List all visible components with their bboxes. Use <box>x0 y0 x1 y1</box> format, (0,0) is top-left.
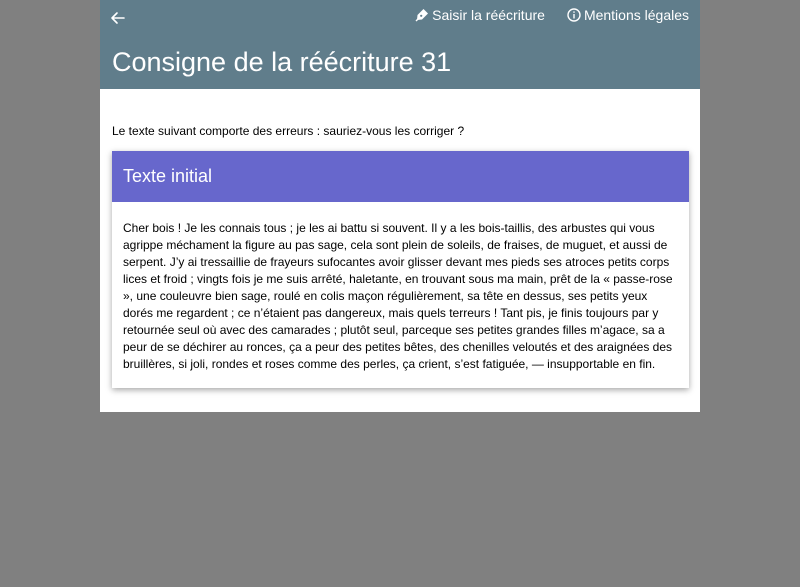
info-circle-icon <box>567 8 581 22</box>
pen-nib-icon <box>415 9 429 22</box>
instruction-text: Le texte suivant comporte des erreurs : … <box>112 124 465 138</box>
enter-rewriting-label: Saisir la réécriture <box>432 7 545 23</box>
page-container: Saisir la réécriture Mentions légales Co… <box>100 0 700 412</box>
initial-text-body: Cher bois ! Je les connais tous ; je les… <box>123 221 673 371</box>
enter-rewriting-link[interactable]: Saisir la réécriture <box>415 6 545 24</box>
top-nav: Saisir la réécriture Mentions légales <box>415 6 689 24</box>
back-button[interactable] <box>108 8 128 28</box>
legal-notice-label: Mentions légales <box>583 7 689 23</box>
app-header: Saisir la réécriture Mentions légales Co… <box>100 0 700 89</box>
initial-text-card: Texte initial Cher bois ! Je les connais… <box>112 151 689 388</box>
legal-notice-link[interactable]: Mentions légales <box>567 6 689 24</box>
card-title: Texte initial <box>112 151 689 202</box>
page-title: Consigne de la réécriture 31 <box>112 47 452 77</box>
arrow-left-icon <box>111 12 125 24</box>
